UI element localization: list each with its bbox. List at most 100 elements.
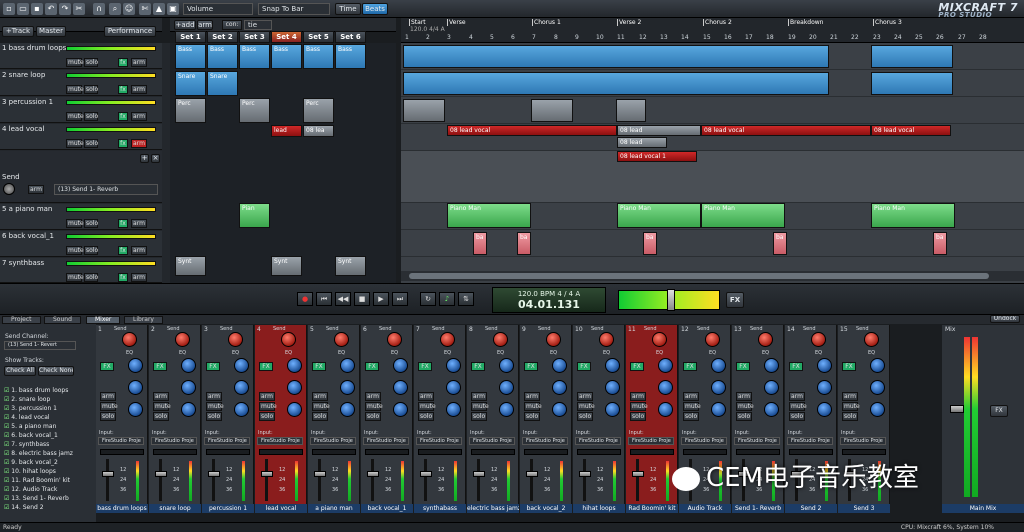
eq-lo-knob[interactable] xyxy=(234,402,249,417)
eq-hi-knob[interactable] xyxy=(499,358,514,373)
fx-button[interactable]: fx xyxy=(118,246,128,255)
solo-button[interactable]: solo xyxy=(418,412,434,421)
arm-button[interactable]: arm xyxy=(131,219,147,228)
add-icon[interactable]: + xyxy=(140,154,149,163)
mute-button[interactable]: mute xyxy=(524,402,542,411)
perf-clip[interactable]: Synt xyxy=(175,256,206,276)
people-icon[interactable]: ☺ xyxy=(123,3,135,15)
eq-mid-knob[interactable] xyxy=(446,380,461,395)
pan-slider[interactable] xyxy=(312,449,356,455)
sync-icon[interactable]: ⇅ xyxy=(458,292,474,306)
send-knob[interactable] xyxy=(864,332,879,347)
eq-mid-knob[interactable] xyxy=(128,380,143,395)
volume-slider[interactable] xyxy=(66,207,156,212)
eq-hi-knob[interactable] xyxy=(393,358,408,373)
set-header[interactable]: Set 5 xyxy=(303,31,334,43)
volume-slider[interactable] xyxy=(66,73,156,78)
track-row[interactable]: 4 lead vocal mute solo fx arm xyxy=(0,124,162,150)
piano-clip[interactable]: Piano Man xyxy=(447,203,531,228)
volume-fader[interactable] xyxy=(473,471,485,477)
eq-lo-knob[interactable] xyxy=(128,402,143,417)
eq-lo-knob[interactable] xyxy=(870,402,885,417)
send-channel-select[interactable]: (13) Send 1- Revert xyxy=(4,341,76,350)
vocal-clip[interactable]: 08 lead vocal xyxy=(701,125,871,136)
magnet-icon[interactable]: ∩ xyxy=(93,3,105,15)
track-checkbox[interactable]: 13. Send 1- Reverb xyxy=(4,495,68,502)
eq-hi-knob[interactable] xyxy=(287,358,302,373)
solo-button[interactable]: solo xyxy=(84,246,98,255)
timeline-ruler[interactable]: Start 120.0 4/4 A Verse Chorus 1 Verse 2… xyxy=(401,18,1024,43)
redo-icon[interactable]: ↷ xyxy=(59,3,71,15)
eq-mid-knob[interactable] xyxy=(870,380,885,395)
solo-button[interactable]: solo xyxy=(84,58,98,67)
track-checkbox[interactable]: 7. synthbass xyxy=(4,441,49,448)
vocal-clip[interactable]: 08 lead vocal 1 xyxy=(617,151,697,162)
eq-mid-knob[interactable] xyxy=(499,380,514,395)
arm-button[interactable]: arm xyxy=(630,392,646,401)
mute-button[interactable]: mute xyxy=(577,402,595,411)
back-vocal-clip[interactable]: ba xyxy=(933,232,947,255)
eq-mid-knob[interactable] xyxy=(181,380,196,395)
mute-button[interactable]: mute xyxy=(66,139,84,148)
marker[interactable]: Start xyxy=(409,19,426,26)
mute-button[interactable]: mute xyxy=(418,402,436,411)
solo-button[interactable]: solo xyxy=(259,412,275,421)
scroll-thumb[interactable] xyxy=(409,273,989,279)
mute-button[interactable]: mute xyxy=(736,402,754,411)
input-select[interactable]: FireStudio Proje xyxy=(840,437,886,445)
vocal-clip[interactable]: 08 lead xyxy=(617,137,667,148)
pan-slider[interactable] xyxy=(683,449,727,455)
arm-button[interactable]: arm xyxy=(28,185,44,194)
fx-button[interactable]: FX xyxy=(100,362,114,371)
eq-mid-knob[interactable] xyxy=(764,380,779,395)
send-knob[interactable] xyxy=(281,332,296,347)
add-set-button[interactable]: +add xyxy=(174,20,196,30)
eq-lo-knob[interactable] xyxy=(287,402,302,417)
send-knob[interactable] xyxy=(175,332,190,347)
audio-clip[interactable] xyxy=(531,99,573,122)
fx-button[interactable]: FX xyxy=(842,362,856,371)
arm-button[interactable]: arm xyxy=(206,392,222,401)
mute-button[interactable]: mute xyxy=(66,112,84,121)
track-row[interactable]: 3 percussion 1 mute solo fx arm xyxy=(0,97,162,123)
scissors-icon[interactable]: ✄ xyxy=(139,3,151,15)
eq-lo-knob[interactable] xyxy=(446,402,461,417)
perf-clip[interactable]: Bass xyxy=(239,44,270,69)
solo-button[interactable]: solo xyxy=(524,412,540,421)
arm-button[interactable]: arm xyxy=(131,112,147,121)
solo-button[interactable]: solo xyxy=(100,412,116,421)
volume-fader[interactable] xyxy=(420,471,432,477)
eq-mid-knob[interactable] xyxy=(658,380,673,395)
input-select[interactable]: FireStudio Proje xyxy=(787,437,833,445)
perf-clip[interactable]: Snare xyxy=(175,71,206,96)
eq-lo-knob[interactable] xyxy=(181,402,196,417)
eq-mid-knob[interactable] xyxy=(605,380,620,395)
volume-fader[interactable] xyxy=(102,471,114,477)
solo-button[interactable]: solo xyxy=(84,112,98,121)
input-select[interactable]: FireStudio Proje xyxy=(628,437,674,445)
volume-fader[interactable] xyxy=(632,471,644,477)
new-file-icon[interactable]: ▫ xyxy=(3,3,15,15)
volume-slider[interactable] xyxy=(66,234,156,239)
perf-clip[interactable]: Bass xyxy=(303,44,334,69)
marker[interactable]: Chorus 2 xyxy=(703,19,732,26)
fx-button[interactable]: FX xyxy=(312,362,326,371)
eq-mid-knob[interactable] xyxy=(711,380,726,395)
fx-button[interactable]: FX xyxy=(206,362,220,371)
arm-button[interactable]: arm xyxy=(153,392,169,401)
arrangement-area[interactable]: 08 lead vocal 08 lead vocal 08 lead voca… xyxy=(401,43,1024,283)
arm-button[interactable]: arm xyxy=(131,246,147,255)
volume-fader[interactable] xyxy=(155,471,167,477)
perf-clip[interactable]: Synt xyxy=(335,256,366,276)
send-knob[interactable] xyxy=(493,332,508,347)
audio-clip[interactable] xyxy=(871,72,953,95)
pan-slider[interactable] xyxy=(630,449,674,455)
fx-button[interactable]: fx xyxy=(118,139,128,148)
eq-hi-knob[interactable] xyxy=(817,358,832,373)
solo-button[interactable]: solo xyxy=(206,412,222,421)
track-checkbox[interactable]: 5. a piano man xyxy=(4,423,56,430)
track-checkbox[interactable]: 4. lead vocal xyxy=(4,414,49,421)
input-select[interactable]: FireStudio Proje xyxy=(734,437,780,445)
fx-button[interactable]: fx xyxy=(118,219,128,228)
perf-clip[interactable]: Bass xyxy=(207,44,238,69)
